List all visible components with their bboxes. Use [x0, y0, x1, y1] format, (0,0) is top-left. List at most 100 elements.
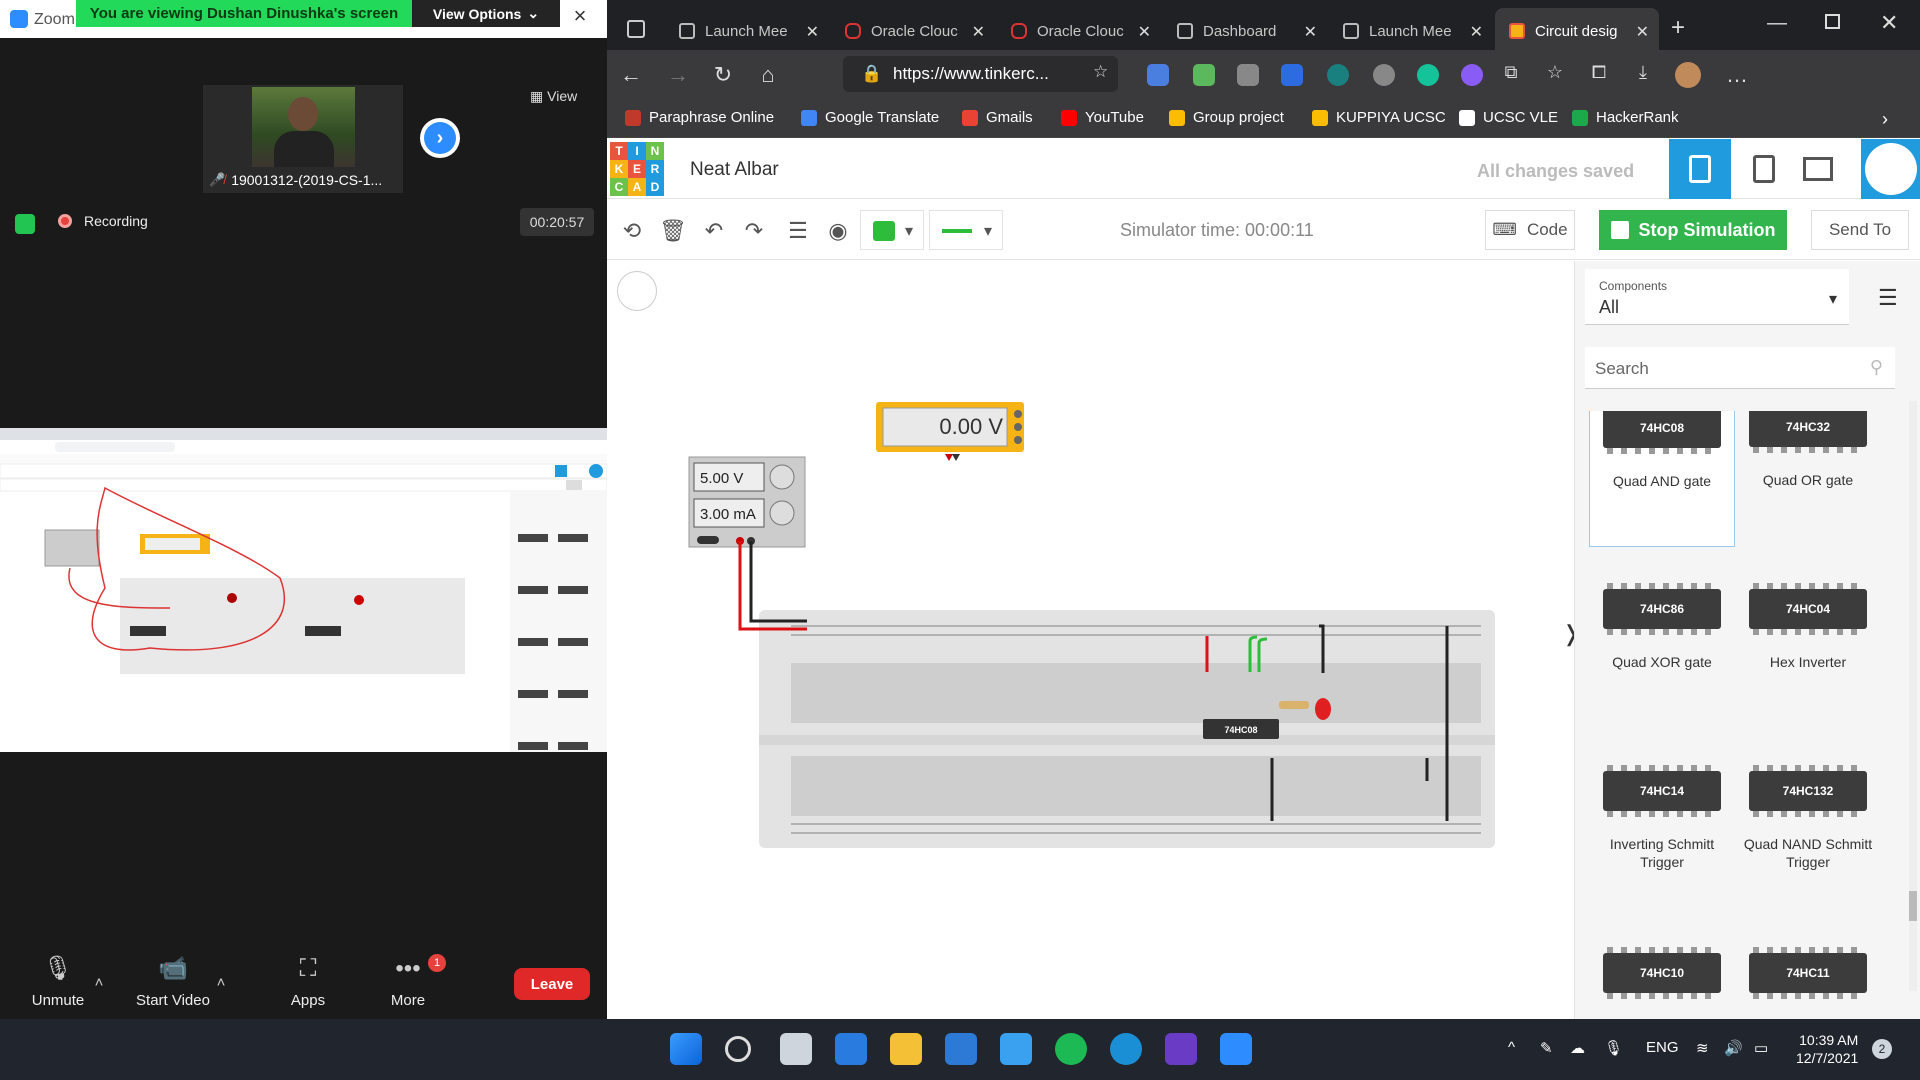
security-shield-icon[interactable] — [15, 214, 35, 234]
scrollbar-thumb[interactable] — [1909, 891, 1917, 921]
bookmark-youtube[interactable]: YouTube — [1061, 109, 1144, 126]
search-icon[interactable] — [725, 1036, 751, 1062]
close-tab-icon[interactable]: ✕ — [806, 22, 819, 42]
camera-extension-icon[interactable] — [1237, 64, 1259, 86]
tab-circuit-design[interactable]: Circuit desig ✕ — [1495, 8, 1659, 54]
circuit-view-button[interactable] — [1669, 139, 1731, 199]
code-button[interactable]: ⌨ Code — [1485, 210, 1575, 250]
component-hex-inverter[interactable]: 74HC04 Hex Inverter — [1735, 579, 1881, 729]
start-icon[interactable] — [670, 1033, 702, 1065]
new-tab-icon[interactable]: + — [1671, 14, 1685, 42]
redo-icon[interactable]: ↷ — [739, 216, 769, 246]
close-tab-icon[interactable]: ✕ — [1138, 22, 1151, 42]
panel-scrollbar[interactable] — [1909, 401, 1917, 991]
more-button[interactable]: ••• More — [353, 954, 463, 1009]
notification-badge[interactable]: 2 — [1872, 1039, 1892, 1059]
wifi-icon[interactable]: ≋ — [1696, 1039, 1709, 1057]
component-quad-and[interactable]: 74HC08 Quad AND gate — [1589, 411, 1735, 547]
notepad-icon[interactable] — [1000, 1033, 1032, 1065]
component-74hc11[interactable]: 74HC11 — [1735, 943, 1881, 1019]
download-extension-icon[interactable] — [1193, 64, 1215, 86]
zoom-taskbar-icon[interactable] — [1220, 1033, 1252, 1065]
bookmark-paraphrase[interactable]: Paraphrase Online — [625, 109, 774, 126]
component-inverting-schmitt[interactable]: 74HC14 Inverting Schmitt Trigger — [1589, 761, 1735, 911]
tab-actions-icon[interactable] — [627, 20, 645, 38]
back-icon[interactable]: ← — [617, 62, 645, 88]
component-quad-nand-schmitt[interactable]: 74HC132 Quad NAND Schmitt Trigger — [1735, 761, 1881, 911]
black-wire[interactable] — [749, 541, 807, 623]
battery-icon[interactable]: ▭ — [1754, 1039, 1768, 1057]
start-video-button[interactable]: 📹 Start Video — [118, 954, 228, 1009]
close-tab-icon[interactable]: ✕ — [1470, 22, 1483, 42]
bookmark-group-project[interactable]: Group project — [1169, 109, 1284, 126]
settings-more-icon[interactable]: … — [1723, 62, 1751, 88]
project-title[interactable]: Neat Albar — [690, 159, 779, 181]
led-red[interactable] — [1315, 698, 1331, 720]
tab-oracle-cloud-2[interactable]: Oracle Clouc ✕ — [997, 8, 1161, 54]
component-list-view-icon[interactable] — [1803, 157, 1833, 181]
component-74hc10[interactable]: 74HC10 — [1589, 943, 1735, 1019]
tab-dashboard[interactable]: Dashboard ✕ — [1163, 8, 1327, 54]
delete-icon[interactable]: 🗑 — [658, 216, 688, 246]
bookmark-hackerrank[interactable]: HackerRank — [1572, 109, 1679, 126]
video-options-chevron-icon[interactable]: ˄ — [213, 974, 229, 991]
wire-color-picker[interactable]: ▾ — [860, 210, 924, 250]
chevron-up-icon[interactable]: ^ — [1508, 1039, 1515, 1056]
spotify-icon[interactable] — [1055, 1033, 1087, 1065]
file-explorer-icon[interactable] — [890, 1033, 922, 1065]
mail-icon[interactable] — [945, 1033, 977, 1065]
maximize-icon[interactable] — [1825, 14, 1840, 29]
pen-extension-icon[interactable] — [1281, 64, 1303, 86]
undo-icon[interactable]: ↶ — [699, 216, 729, 246]
send-to-button[interactable]: Send To — [1811, 210, 1909, 250]
visual-studio-icon[interactable] — [1165, 1033, 1197, 1065]
microphone-icon[interactable]: 🎙 — [1604, 1039, 1623, 1057]
downloads-icon[interactable]: ⤓ — [1629, 62, 1657, 83]
view-options-button[interactable]: View Options ⌄ — [412, 0, 560, 27]
bookmark-google-translate[interactable]: Google Translate — [801, 109, 939, 126]
tab-launch-meeting-2[interactable]: Launch Mee ✕ — [1329, 8, 1493, 54]
forward-icon[interactable]: → — [664, 62, 692, 88]
leave-button[interactable]: Leave — [514, 968, 590, 1000]
bookmark-gmails[interactable]: Gmails — [962, 109, 1033, 126]
visibility-icon[interactable]: ◉ — [823, 216, 853, 246]
task-view-icon[interactable] — [780, 1033, 812, 1065]
grammarly-icon[interactable] — [1417, 64, 1439, 86]
profile-avatar[interactable] — [1675, 62, 1701, 88]
view-button[interactable]: ▦ View — [530, 88, 577, 105]
cloud-icon[interactable]: ☁ — [1570, 1039, 1585, 1057]
list-view-icon[interactable]: ☰ — [1878, 285, 1898, 311]
collections-icon[interactable]: ⧠ — [1585, 62, 1613, 83]
bookmark-ucsc-vle[interactable]: UCSC VLE — [1459, 109, 1558, 126]
react-extension-icon[interactable] — [1373, 64, 1395, 86]
tab-launch-meeting-1[interactable]: Launch Mee ✕ — [665, 8, 829, 54]
component-quad-or[interactable]: 74HC32 Quad OR gate — [1735, 411, 1881, 547]
next-page-button[interactable]: › — [420, 118, 460, 158]
refresh-icon[interactable]: ↻ — [709, 62, 737, 88]
bookmark-kuppiya[interactable]: KUPPIYA UCSC — [1312, 109, 1446, 126]
chevron-right-icon[interactable]: › — [1882, 109, 1888, 130]
close-tab-icon[interactable]: ✕ — [1636, 22, 1649, 42]
taskbar-clock[interactable]: 10:39 AM 12/7/2021 — [1796, 1031, 1858, 1067]
notes-icon[interactable]: ☰ — [783, 216, 813, 246]
component-quad-xor[interactable]: 74HC86 Quad XOR gate — [1589, 579, 1735, 729]
rotate-icon[interactable]: ⟲ — [617, 216, 647, 246]
extensions-icon[interactable]: ⧉ — [1497, 62, 1525, 83]
home-icon[interactable]: ⌂ — [754, 62, 782, 88]
apps-button[interactable]: ⛶ Apps — [253, 954, 363, 1009]
multimeter[interactable]: 0.00 V — [876, 402, 1024, 461]
stop-simulation-button[interactable]: Stop Simulation — [1599, 210, 1787, 250]
power-supply[interactable]: 5.00 V 3.00 mA — [688, 456, 806, 548]
participant-thumbnail[interactable]: 🎤̸ 19001312-(2019-CS-1... — [203, 85, 403, 193]
user-avatar[interactable] — [1861, 139, 1920, 199]
close-icon[interactable]: × — [568, 4, 592, 28]
favorite-add-icon[interactable]: ☆ — [1093, 62, 1108, 82]
breadboard[interactable]: 74HC08 — [759, 610, 1495, 848]
components-dropdown[interactable]: Components All ▾ — [1585, 269, 1849, 325]
favorites-icon[interactable]: ☆ — [1541, 62, 1569, 83]
pen-icon[interactable]: ✎ — [1540, 1039, 1553, 1057]
close-tab-icon[interactable]: ✕ — [1304, 22, 1317, 42]
minimize-icon[interactable]: — — [1767, 12, 1787, 35]
audio-options-chevron-icon[interactable]: ˄ — [91, 974, 107, 991]
circuit-workplane[interactable]: 0.00 V 5.00 V 3.00 mA 74HC08 ❭ — [607, 261, 1580, 1019]
